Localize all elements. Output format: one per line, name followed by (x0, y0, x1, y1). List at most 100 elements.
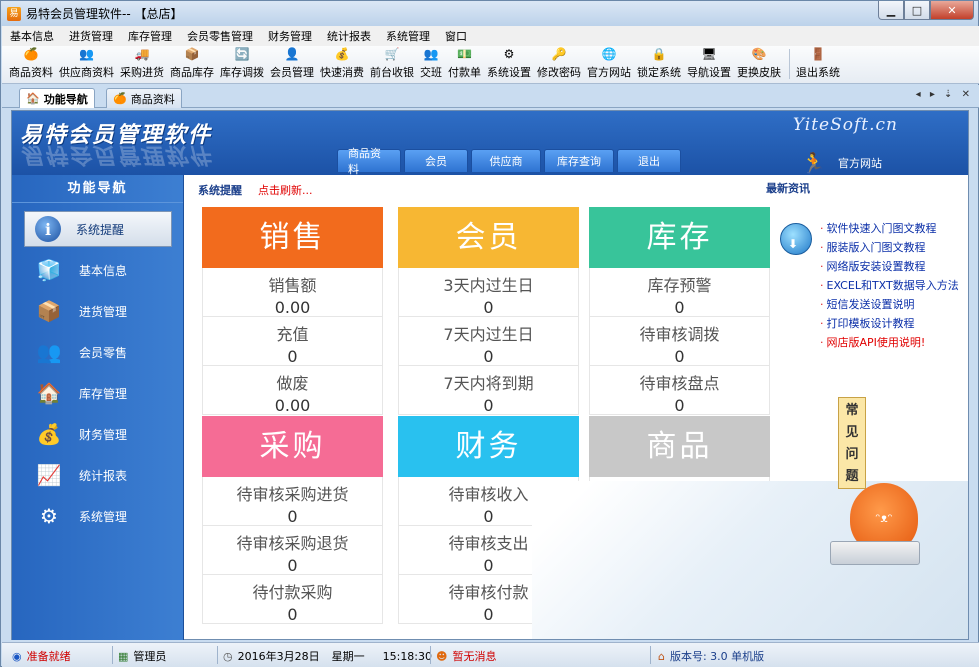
top-nav-item[interactable]: 退出 (617, 149, 681, 172)
toolbar-label: 采购进货 (120, 66, 164, 79)
toolbar-label: 系统设置 (487, 66, 531, 79)
news-link[interactable]: · 服装版入门图文教程 (820, 238, 959, 257)
official-site-link[interactable]: 🏃 官方网站 (801, 151, 882, 175)
toolbar-button[interactable]: 💵 付款单 (448, 46, 481, 83)
stat-row[interactable]: 待审核盘点 0 (589, 366, 770, 415)
stat-value: 0 (483, 298, 494, 317)
stat-row[interactable]: 7天内将到期 0 (398, 366, 579, 415)
stat-row[interactable]: 做废 0.00 (202, 366, 383, 415)
stat-row[interactable]: 7天内过生日 0 (398, 317, 579, 366)
news-link[interactable]: · 网络版安装设置教程 (820, 257, 959, 276)
top-nav-item[interactable]: 会员 (404, 149, 468, 172)
official-site-label: 官方网站 (838, 157, 882, 170)
title-bar[interactable]: 易 易特会员管理软件-- 【总店】 ▁ □ ✕ (1, 1, 978, 26)
toolbar-button[interactable]: 👥 交班 (420, 46, 442, 83)
sidebar-item-label: 会员零售 (79, 345, 128, 360)
stat-row[interactable]: 3天内过生日 0 (398, 268, 579, 317)
sidebar-item[interactable]: 🧊 基本信息 (24, 252, 172, 288)
quick-pay-icon: 💰 (334, 47, 350, 61)
menu-item[interactable]: 财务管理 (268, 28, 312, 44)
toolbar-button[interactable]: 💰 快速消费 (320, 46, 364, 83)
toolbar-label: 快速消费 (320, 66, 364, 79)
stat-label: 充值 (276, 325, 309, 344)
sidebar-item[interactable]: 💰 财务管理 (24, 416, 172, 452)
menu-item[interactable]: 窗口 (445, 28, 467, 44)
notice-title: 系统提醒 (198, 184, 242, 197)
toolbar-button[interactable]: 🚪 退出系统 (796, 46, 840, 83)
sidebar-item[interactable]: 📦 进货管理 (24, 293, 172, 329)
toolbar-button[interactable]: 🚚 采购进货 (120, 46, 164, 83)
sidebar-item[interactable]: 📈 统计报表 (24, 457, 172, 493)
sidebar-title: 功能导航 (12, 175, 183, 203)
cashier-icon: 🛒 (384, 47, 400, 61)
toolbar-button[interactable]: 🎨 更换皮肤 (737, 46, 781, 83)
window-controls: ▁ □ ✕ (878, 1, 974, 20)
stat-card-title: 库存 (589, 207, 770, 268)
ie-icon: 🌐 (601, 47, 617, 61)
close-button[interactable]: ✕ (930, 1, 974, 20)
sidebar-item[interactable]: 🏠 库存管理 (24, 375, 172, 411)
toolbar-button[interactable]: 🔄 库存调拨 (220, 46, 264, 83)
shift-icon: 👥 (423, 47, 439, 61)
news-link[interactable]: · EXCEL和TXT数据导入方法 (820, 276, 959, 295)
toolbar-button[interactable]: 🍊 商品资料 (9, 46, 53, 83)
news-link[interactable]: · 打印模板设计教程 (820, 314, 959, 333)
toolbar-label: 库存调拨 (220, 66, 264, 79)
news-link[interactable]: · 网店版API使用说明! (820, 333, 959, 352)
top-nav-item[interactable]: 商品资料 (337, 147, 401, 176)
toolbar-label: 退出系统 (796, 66, 840, 79)
toolbar-label: 前台收银 (370, 66, 414, 79)
toolbar-button[interactable]: ⚙ 系统设置 (487, 46, 531, 83)
tab-goods[interactable]: 🍊 商品资料 (106, 88, 182, 108)
status-message[interactable]: ☻ 暂无消息 (436, 648, 496, 664)
minimize-button[interactable]: ▁ (878, 1, 904, 20)
menu-item[interactable]: 系统管理 (386, 28, 430, 44)
stat-value: 0 (674, 347, 685, 366)
faq-button[interactable]: 常见问题 (838, 397, 866, 489)
maximize-button[interactable]: □ (904, 1, 930, 20)
news-title: 最新资讯 (766, 182, 810, 195)
warehouse-icon: 🏠 (36, 381, 62, 405)
stat-row[interactable]: 库存预警 0 (589, 268, 770, 317)
sidebar-item[interactable]: ℹ 系统提醒 (24, 211, 172, 247)
tab-scroll-controls[interactable]: ◂ ▸ ⇣ ✕ (916, 89, 973, 100)
stat-value: 0 (287, 605, 298, 624)
menu-item[interactable]: 统计报表 (327, 28, 371, 44)
menu-item[interactable]: 会员零售管理 (187, 28, 253, 44)
stat-row[interactable]: 待审核采购退货 0 (202, 526, 383, 575)
stat-card-title: 财务 (398, 416, 579, 477)
menu-item[interactable]: 基本信息 (10, 28, 54, 44)
stat-row[interactable]: 充值 0 (202, 317, 383, 366)
toolbar-button[interactable]: 👥 供应商资料 (59, 46, 114, 83)
stat-row[interactable]: 待付款采购 0 (202, 575, 383, 624)
menu-item[interactable]: 库存管理 (128, 28, 172, 44)
toolbar-button[interactable]: 👤 会员管理 (270, 46, 314, 83)
bullet-icon: · (820, 298, 824, 311)
top-nav-item[interactable]: 供应商 (471, 149, 541, 172)
top-nav-item[interactable]: 库存查询 (544, 149, 614, 172)
tab-label: 功能导航 (43, 92, 88, 106)
sidebar-item-label: 系统提醒 (76, 222, 125, 237)
status-user: ▦ 管理员 (118, 649, 167, 664)
toolbar-button[interactable]: 📦 商品库存 (170, 46, 214, 83)
toolbar-button[interactable]: 🔑 修改密码 (537, 46, 581, 83)
stat-value: 0 (674, 396, 685, 415)
news-link[interactable]: · 短信发送设置说明 (820, 295, 959, 314)
stat-row[interactable]: 待审核采购进货 0 (202, 477, 383, 526)
toolbar-button[interactable]: 🛒 前台收银 (370, 46, 414, 83)
toolbar-label: 锁定系统 (637, 66, 681, 79)
menu-item[interactable]: 进货管理 (69, 28, 113, 44)
news-link[interactable]: · 软件快速入门图文教程 (820, 219, 959, 238)
stat-value: 0.00 (274, 396, 311, 415)
house-icon: ⌂ (658, 649, 665, 663)
stat-row[interactable]: 销售额 0.00 (202, 268, 383, 317)
sidebar-item[interactable]: ⚙ 系统管理 (24, 498, 172, 534)
toolbar-label: 官方网站 (587, 66, 631, 79)
toolbar-button[interactable]: 🌐 官方网站 (587, 46, 631, 83)
tab-function-nav[interactable]: 🏠 功能导航 (19, 88, 95, 108)
refresh-link[interactable]: 点击刷新... (258, 182, 313, 198)
sidebar-item[interactable]: 👥 会员零售 (24, 334, 172, 370)
toolbar-button[interactable]: 🔒 锁定系统 (637, 46, 681, 83)
stat-row[interactable]: 待审核调拨 0 (589, 317, 770, 366)
toolbar-button[interactable]: 🖥 导航设置 (687, 46, 731, 83)
